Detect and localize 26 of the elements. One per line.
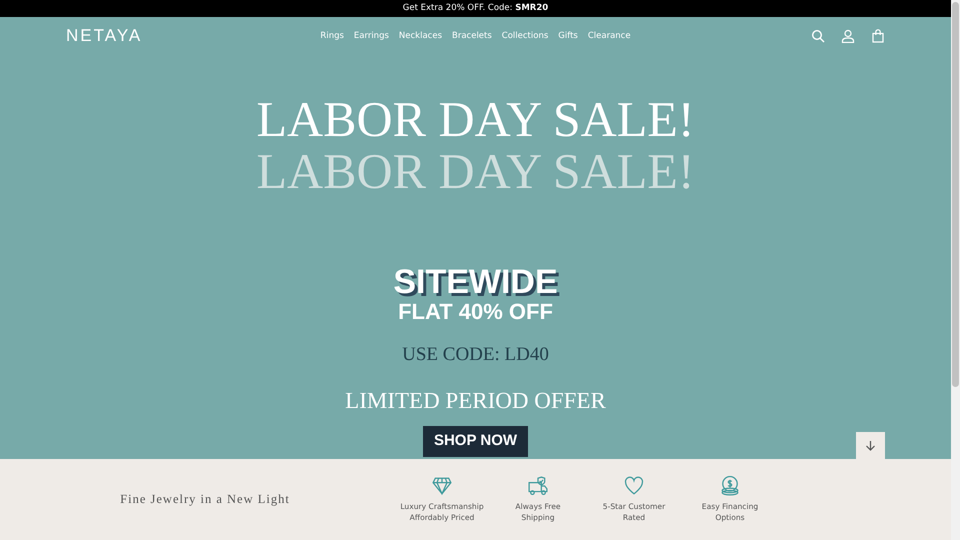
search-icon[interactable]: [811, 29, 825, 43]
arrow-down-icon: [865, 440, 876, 451]
shop-now-button[interactable]: SHOP NOW: [422, 426, 528, 456]
nav-link[interactable]: Collections: [496, 30, 554, 42]
bag-icon[interactable]: [871, 29, 885, 43]
user-icon[interactable]: [841, 29, 855, 43]
nav-link[interactable]: Gifts: [553, 30, 583, 42]
promo-code-text: USE CODE: LD40: [402, 343, 549, 367]
offer-text: LIMITED PERIOD OFFER: [345, 386, 606, 414]
heart-icon: [624, 476, 644, 496]
nav-link[interactable]: Earrings: [348, 30, 394, 42]
sale-headline-echo: LABOR DAY SALE!: [256, 145, 694, 197]
nav-link[interactable]: Bracelets: [447, 30, 497, 42]
discount-text: FLAT 40% OFF: [398, 299, 553, 325]
scroll-down-button[interactable]: [856, 432, 885, 459]
announcement-text: Get Extra 20% OFF. Code: SMR20: [0, 0, 951, 17]
nav-link[interactable]: Necklaces: [394, 30, 447, 42]
nav-link[interactable]: Clearance: [582, 30, 636, 42]
sale-headline: LABOR DAY SALE!: [256, 93, 694, 145]
truck-icon: [528, 476, 548, 496]
nav-link[interactable]: Rings: [315, 30, 349, 42]
coins-icon: [720, 476, 740, 496]
sitewide-text: SITEWIDE: [393, 265, 558, 299]
logo[interactable]: NETAYA: [66, 26, 142, 46]
diamond-icon: [432, 476, 452, 496]
tagline: Fine Jewelry in a New Light: [119, 491, 291, 508]
